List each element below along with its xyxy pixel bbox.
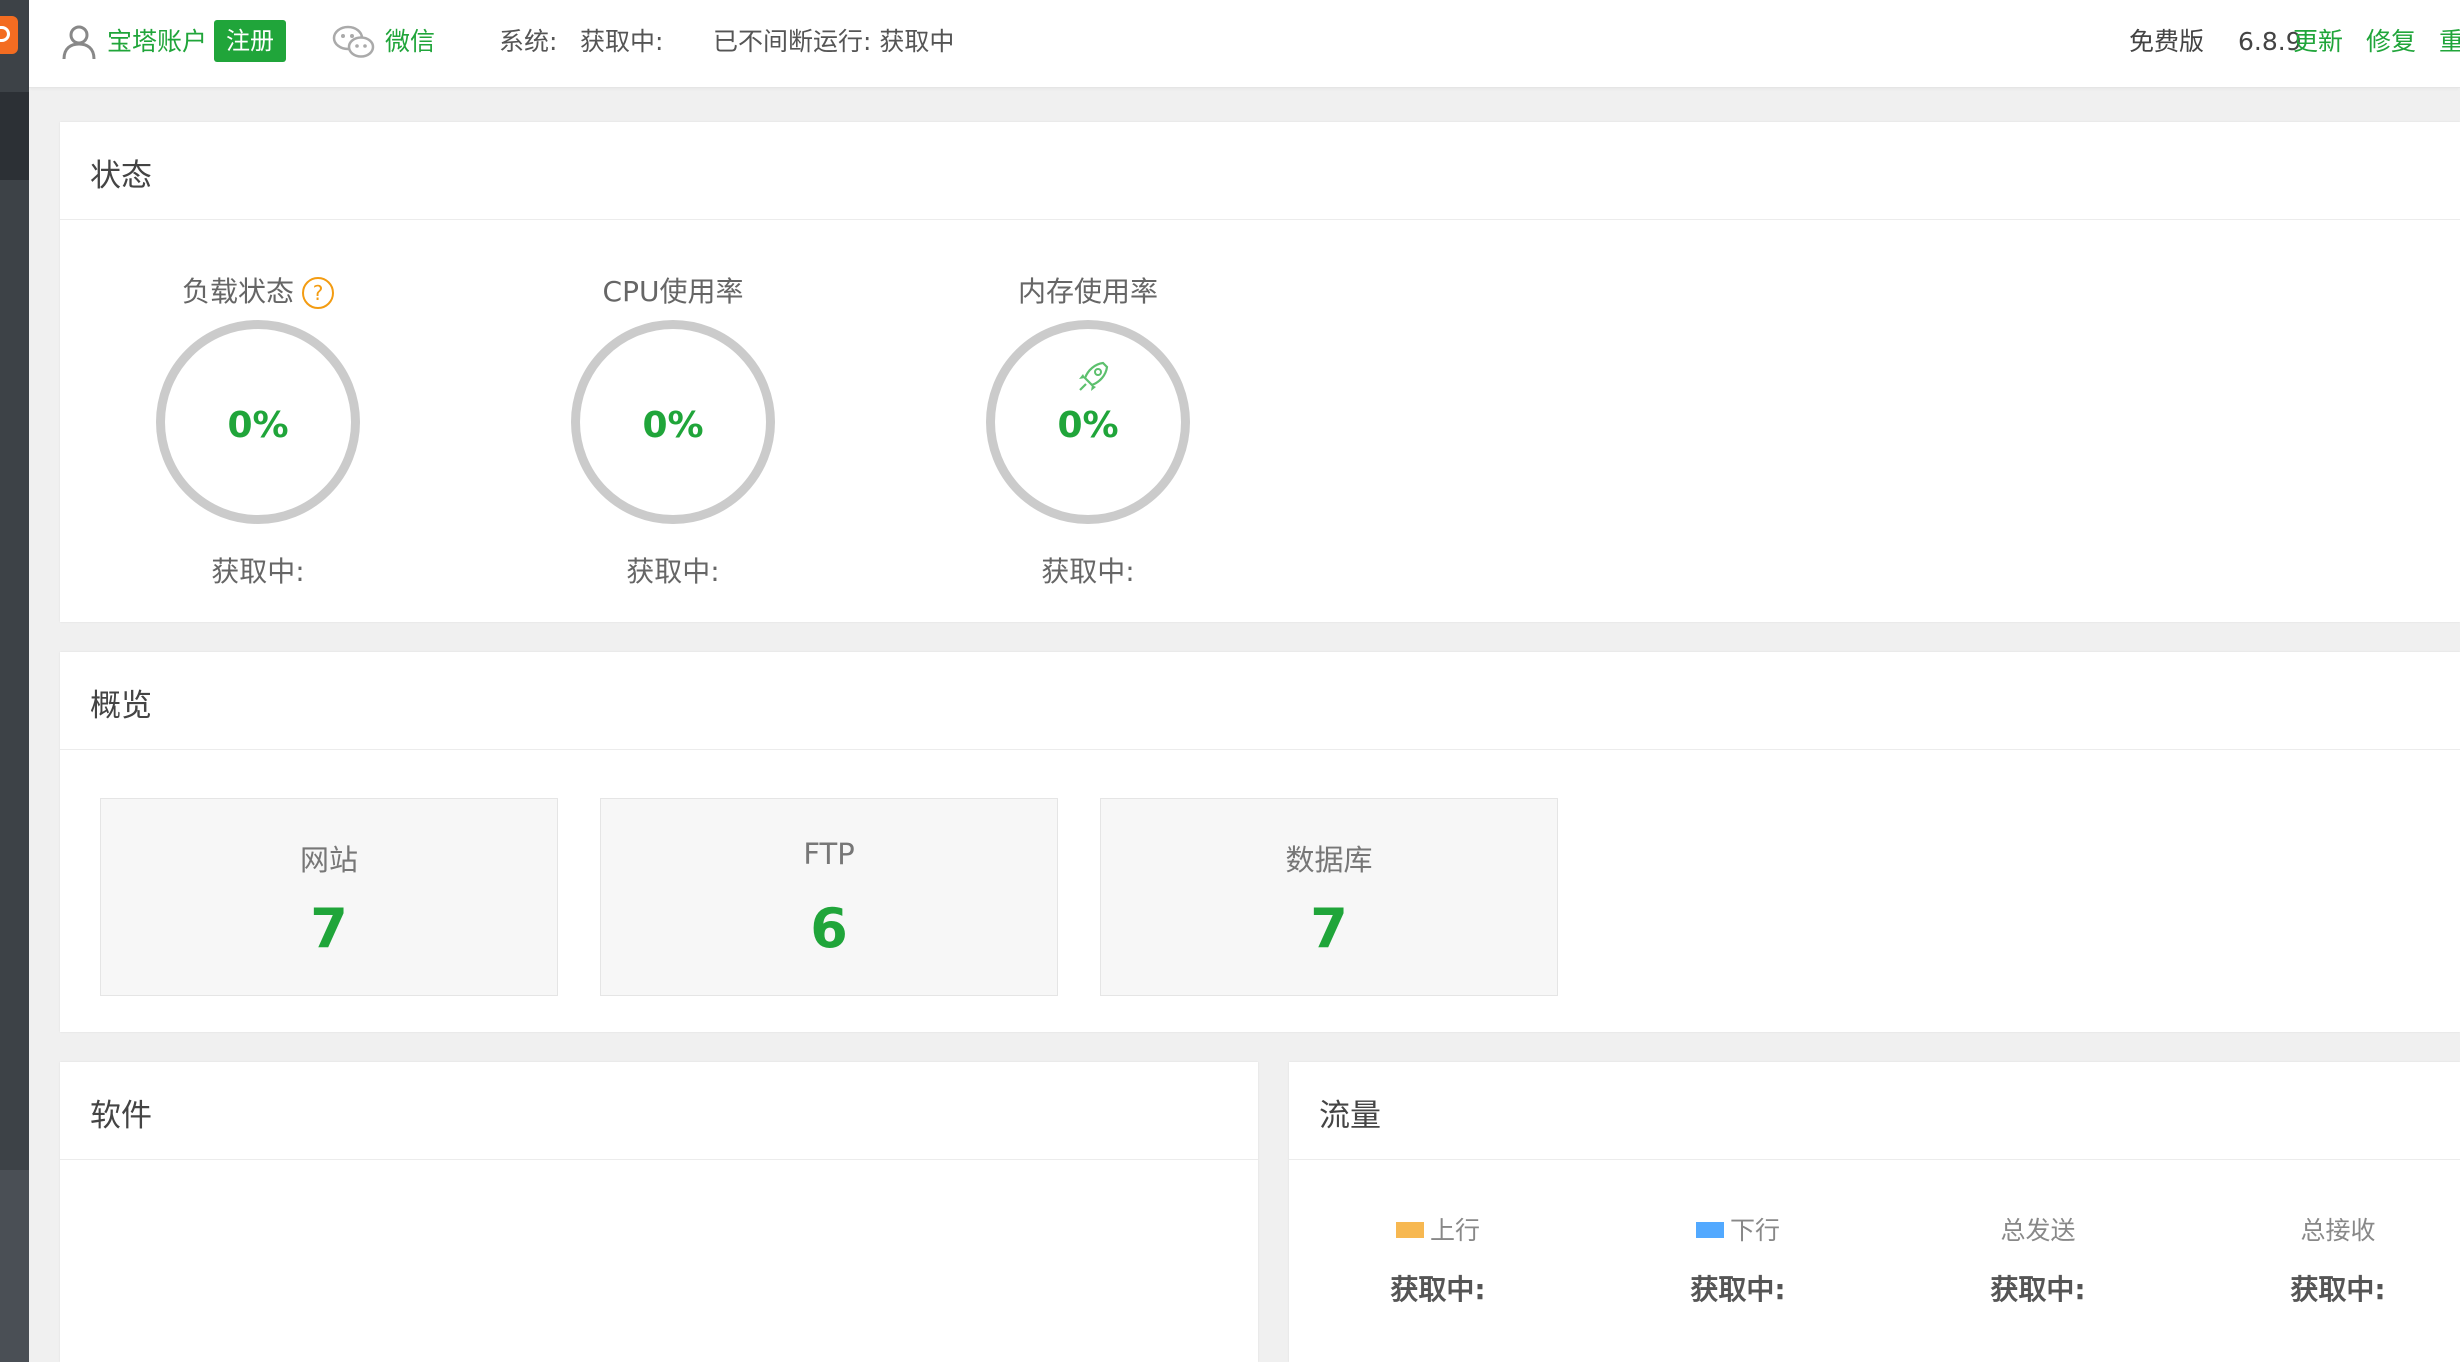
system-value: 获取中: xyxy=(580,27,664,56)
download-value: 获取中: xyxy=(1690,1273,1786,1306)
panel-header: 概览 xyxy=(60,652,2460,750)
gauge-value: 0% xyxy=(1057,405,1119,446)
websites-count: 7 xyxy=(310,897,348,960)
ftp-label: FTP xyxy=(803,837,855,871)
panel-header: 流量 xyxy=(1289,1062,2460,1160)
sidebar-footer xyxy=(0,1170,29,1362)
gauge-subtext: 获取中: xyxy=(626,555,720,588)
software-title: 软件 xyxy=(90,1098,152,1134)
uptime-text: 已不间断运行: 获取中 xyxy=(713,27,955,56)
gauge-label: 内存使用率 xyxy=(1017,275,1158,308)
account-link[interactable]: 宝塔账户 xyxy=(107,0,207,84)
help-icon[interactable]: ? xyxy=(302,277,334,309)
rocket-icon[interactable] xyxy=(1073,357,1113,397)
total-received-label: 总接收 xyxy=(2300,1216,2376,1245)
ftp-box[interactable]: FTP 6 xyxy=(600,798,1058,996)
user-icon xyxy=(62,25,96,60)
bt-logo-icon[interactable] xyxy=(0,16,18,54)
load-ring: 0% xyxy=(156,320,360,524)
total-received-value: 获取中: xyxy=(2290,1273,2386,1306)
database-label: 数据库 xyxy=(1285,843,1373,877)
gauge-label: 负载状态? xyxy=(118,270,398,310)
repair-button[interactable]: 修复 xyxy=(2366,0,2416,84)
wechat-link[interactable]: 微信 xyxy=(385,0,435,84)
download-swatch xyxy=(1695,1222,1724,1238)
gauge-value: 0% xyxy=(227,405,289,446)
gauge-subtext: 获取中: xyxy=(1041,555,1135,588)
ftp-count: 6 xyxy=(810,897,848,960)
overview-panel: 概览 网站 7 FTP 6 数据库 7 xyxy=(60,652,2460,1032)
gauge-value: 0% xyxy=(642,405,704,446)
system-label: 系统: xyxy=(499,27,558,56)
memory-ring: 0% xyxy=(986,320,1190,524)
websites-label: 网站 xyxy=(299,843,358,877)
status-title: 状态 xyxy=(90,158,152,194)
total-sent-label: 总发送 xyxy=(2000,1216,2076,1245)
software-panel: 软件 xyxy=(60,1062,1258,1362)
status-panel: 状态 负载状态? 0% 获取中: CPU使用率 0% 获取中: 内存使用率 0%… xyxy=(60,122,2460,622)
gauge-label: CPU使用率 xyxy=(602,275,744,308)
upload-value: 获取中: xyxy=(1390,1273,1486,1306)
edition-label: 免费版 xyxy=(2129,27,2205,56)
download-column: 下行 获取中: xyxy=(1618,1214,1858,1308)
database-count: 7 xyxy=(1310,897,1348,960)
gauge-subtext: 获取中: xyxy=(211,555,305,588)
sidebar-active-item[interactable] xyxy=(0,92,29,180)
restart-button[interactable]: 重 xyxy=(2439,0,2460,84)
overview-title: 概览 xyxy=(90,688,152,724)
top-bar: 宝塔账户 注册 微信 系统: 获取中: 已不间断运行: 获取中 免费版 6.8.… xyxy=(29,0,2460,88)
wechat-icon xyxy=(332,25,375,58)
register-button[interactable]: 注册 xyxy=(214,20,286,62)
download-label: 下行 xyxy=(1618,1214,1858,1248)
traffic-panel: 流量 上行 获取中: 下行 获取中: 总发送 获取中: 总接收 获取中: xyxy=(1289,1062,2460,1362)
total-received-column: 总接收 获取中: xyxy=(2218,1214,2458,1308)
upload-swatch xyxy=(1395,1222,1424,1238)
sidebar xyxy=(0,0,29,1362)
websites-box[interactable]: 网站 7 xyxy=(100,798,558,996)
panel-header: 状态 xyxy=(60,122,2460,220)
update-button[interactable]: 更新 xyxy=(2293,0,2343,84)
traffic-title: 流量 xyxy=(1319,1098,1381,1134)
total-sent-value: 获取中: xyxy=(1990,1273,2086,1306)
upload-label: 上行 xyxy=(1318,1214,1558,1248)
database-box[interactable]: 数据库 7 xyxy=(1100,798,1558,996)
total-sent-column: 总发送 获取中: xyxy=(1918,1214,2158,1308)
cpu-ring: 0% xyxy=(571,320,775,524)
panel-header: 软件 xyxy=(60,1062,1258,1160)
upload-column: 上行 获取中: xyxy=(1318,1214,1558,1308)
